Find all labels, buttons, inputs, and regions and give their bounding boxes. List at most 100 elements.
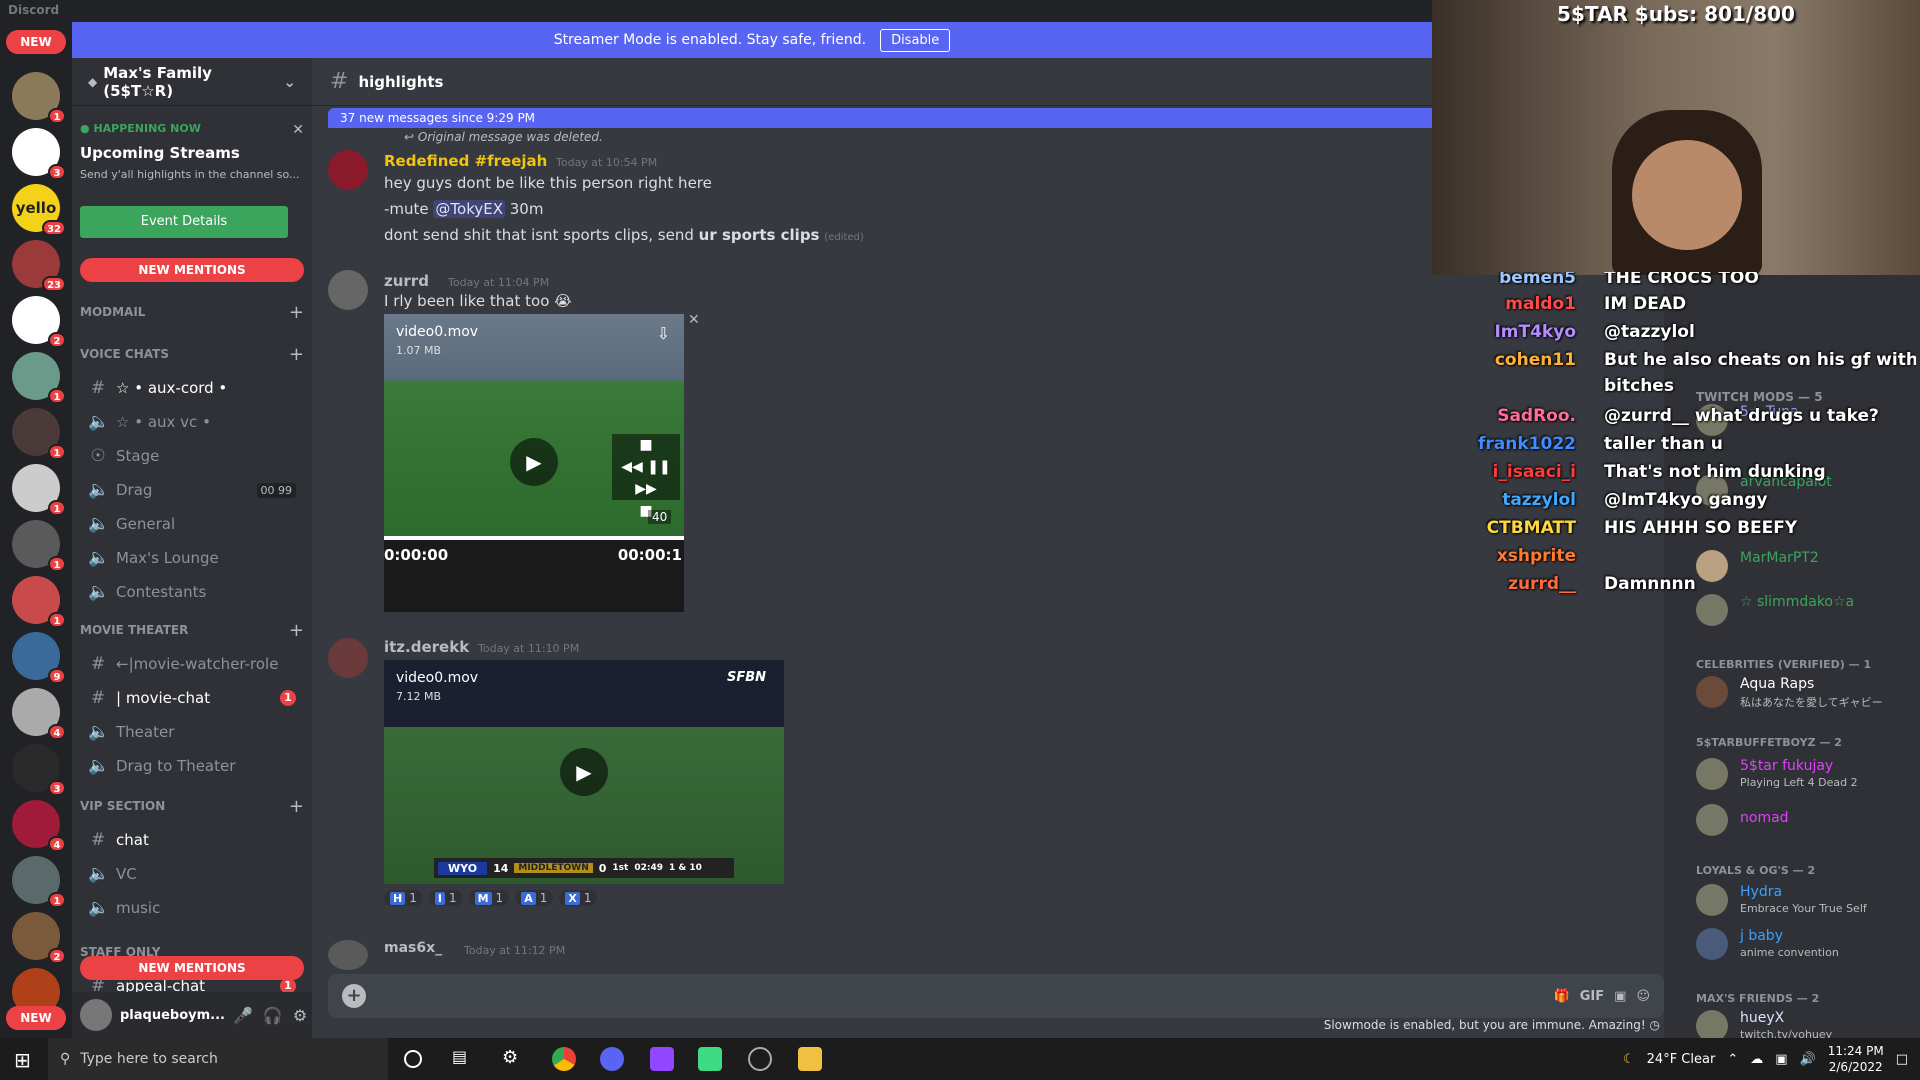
reaction[interactable]: A1: [515, 890, 554, 906]
member-item[interactable]: nomad: [1696, 800, 1916, 840]
server-list[interactable]: NEW 1 3 yello 32 23 2 1 1 1 1 1 9 4 3 4 1…: [0, 22, 72, 1038]
app-icon[interactable]: [698, 1047, 722, 1071]
new-mentions-bottom-pill[interactable]: NEW MENTIONS: [80, 956, 304, 980]
task-view-icon[interactable]: ▤: [452, 1047, 476, 1071]
category-modmail[interactable]: MODMAIL +: [80, 302, 304, 323]
clock[interactable]: 11:24 PM 2/6/2022: [1828, 1043, 1884, 1075]
weather-text[interactable]: 24°F Clear: [1647, 1052, 1716, 1067]
channel-aux-cord[interactable]: # ☆ • aux-cord •: [80, 372, 304, 404]
microphone-icon[interactable]: 🎤: [233, 1006, 253, 1025]
message-author[interactable]: Redefined #freejah: [384, 152, 547, 170]
member-item[interactable]: 5$tar fukujay Playing Left 4 Dead 2: [1696, 754, 1916, 794]
username[interactable]: plaqueboym...: [120, 1008, 225, 1023]
message-author[interactable]: mas6x_: [384, 940, 442, 956]
taskbar-search[interactable]: ⚲ Type here to search: [48, 1038, 388, 1080]
server-icon[interactable]: 1: [12, 352, 66, 404]
channel-movie-watcher-role[interactable]: # ←|movie-watcher-role: [80, 648, 304, 680]
video-attachment[interactable]: video0.mov 7.12 MB SFBN ▶ WYO 14 MIDDLET…: [384, 660, 784, 884]
channel-drag-to-theater[interactable]: 🔈 Drag to Theater: [80, 750, 304, 782]
chevron-down-icon[interactable]: ⌄: [283, 73, 296, 91]
member-item[interactable]: hueyX twitch.tv/yohuey: [1696, 1006, 1916, 1038]
reaction[interactable]: X1: [559, 890, 598, 906]
sticker-icon[interactable]: ▣: [1614, 989, 1626, 1004]
event-details-button[interactable]: Event Details: [80, 206, 288, 238]
reaction[interactable]: H1: [384, 890, 423, 906]
headphones-icon[interactable]: 🎧: [263, 1006, 283, 1025]
server-header[interactable]: ◆ Max's Family (5$T☆R) ⌄: [72, 58, 312, 106]
add-attachment-icon[interactable]: +: [342, 984, 366, 1008]
close-icon[interactable]: ✕: [688, 312, 700, 328]
settings-icon[interactable]: ⚙: [502, 1047, 526, 1071]
server-icon[interactable]: 9: [12, 632, 66, 684]
add-channel-icon[interactable]: +: [289, 344, 304, 365]
gif-button[interactable]: GIF: [1580, 989, 1604, 1004]
new-unreads-bottom-pill[interactable]: NEW: [6, 1006, 66, 1030]
close-icon[interactable]: ✕: [292, 122, 304, 138]
server-icon[interactable]: 1: [12, 520, 66, 572]
video-progress[interactable]: [384, 536, 684, 540]
download-icon[interactable]: ⇩: [657, 324, 670, 343]
windows-start-icon[interactable]: ⊞: [14, 1048, 31, 1072]
new-unreads-top-pill[interactable]: NEW: [6, 30, 66, 54]
user-mention[interactable]: @TokyEX: [433, 200, 505, 218]
media-player-icon[interactable]: [748, 1047, 772, 1071]
channel-aux-vc[interactable]: 🔈 ☆ • aux vc •: [80, 406, 304, 438]
server-icon[interactable]: 1: [12, 576, 66, 628]
category-voice[interactable]: VOICE CHATS +: [80, 344, 304, 365]
twitch-icon[interactable]: [650, 1047, 674, 1071]
channel-contestants[interactable]: 🔈 Contestants: [80, 576, 304, 608]
avatar[interactable]: [328, 940, 368, 970]
reaction[interactable]: I1: [428, 890, 463, 906]
server-icon[interactable]: 3: [12, 744, 66, 796]
channel-movie-chat[interactable]: # | movie-chat 1: [80, 682, 304, 714]
cloud-icon[interactable]: ☁: [1750, 1052, 1763, 1067]
channel-max-lounge[interactable]: 🔈 Max's Lounge: [80, 542, 304, 574]
reply-reference[interactable]: ↩ Original message was deleted.: [404, 130, 603, 144]
channel-general[interactable]: 🔈 General: [80, 508, 304, 540]
gear-icon[interactable]: ⚙: [293, 1006, 307, 1025]
server-icon[interactable]: 1: [12, 408, 66, 460]
avatar[interactable]: [328, 638, 368, 678]
message-author[interactable]: zurrd: [384, 272, 429, 290]
category-movie[interactable]: MOVIE THEATER +: [80, 620, 304, 641]
chevron-up-icon[interactable]: ⌃: [1727, 1052, 1738, 1067]
channel-music[interactable]: 🔈 music: [80, 892, 304, 924]
video-attachment[interactable]: video0.mov 1.07 MB ⇩ ▶ ■ ◀◀ ❚❚ ▶▶ ■ 40 0:0…: [384, 314, 684, 612]
server-icon[interactable]: 1: [12, 72, 66, 124]
media-controls[interactable]: ■ ◀◀ ❚❚ ▶▶ ■: [612, 434, 680, 519]
add-channel-icon[interactable]: +: [289, 302, 304, 323]
member-item[interactable]: Aqua Raps 私はあなたを愛してギャビー: [1696, 672, 1916, 712]
avatar[interactable]: [328, 270, 368, 310]
server-icon[interactable]: 23: [12, 240, 66, 292]
discord-icon[interactable]: [600, 1047, 624, 1071]
file-explorer-icon[interactable]: [798, 1047, 822, 1071]
channel-theater[interactable]: 🔈 Theater: [80, 716, 304, 748]
server-icon[interactable]: 2: [12, 912, 66, 964]
emoji-icon[interactable]: ☺: [1636, 989, 1650, 1004]
channel-vc[interactable]: 🔈 VC: [80, 858, 304, 890]
cortana-icon[interactable]: [404, 1050, 422, 1068]
avatar[interactable]: [328, 150, 368, 190]
category-vip[interactable]: VIP SECTION +: [80, 796, 304, 817]
gift-icon[interactable]: 🎁: [1554, 989, 1570, 1004]
message-author[interactable]: itz.derekk: [384, 638, 469, 656]
reaction[interactable]: M1: [468, 890, 510, 906]
server-icon[interactable]: 1: [12, 464, 66, 516]
new-messages-bar[interactable]: 37 new messages since 9:29 PM: [328, 108, 1432, 128]
server-icon[interactable]: 3: [12, 128, 66, 180]
network-icon[interactable]: ▣: [1775, 1052, 1787, 1067]
channel-drag[interactable]: 🔈 Drag 00 99: [80, 474, 304, 506]
message-input[interactable]: [376, 987, 1544, 1005]
new-mentions-top-pill[interactable]: NEW MENTIONS: [80, 258, 304, 282]
chrome-icon[interactable]: [552, 1047, 576, 1071]
notification-icon[interactable]: □: [1896, 1052, 1908, 1067]
add-channel-icon[interactable]: +: [289, 620, 304, 641]
avatar[interactable]: [80, 999, 112, 1031]
server-icon-yello[interactable]: yello 32: [12, 184, 66, 236]
play-icon[interactable]: ▶: [510, 438, 558, 486]
disable-streamer-mode-button[interactable]: Disable: [880, 28, 951, 52]
member-item[interactable]: Hydra Embrace Your True Self: [1696, 880, 1916, 920]
add-channel-icon[interactable]: +: [289, 796, 304, 817]
channel-chat[interactable]: # chat: [80, 824, 304, 856]
server-icon[interactable]: 1: [12, 856, 66, 908]
